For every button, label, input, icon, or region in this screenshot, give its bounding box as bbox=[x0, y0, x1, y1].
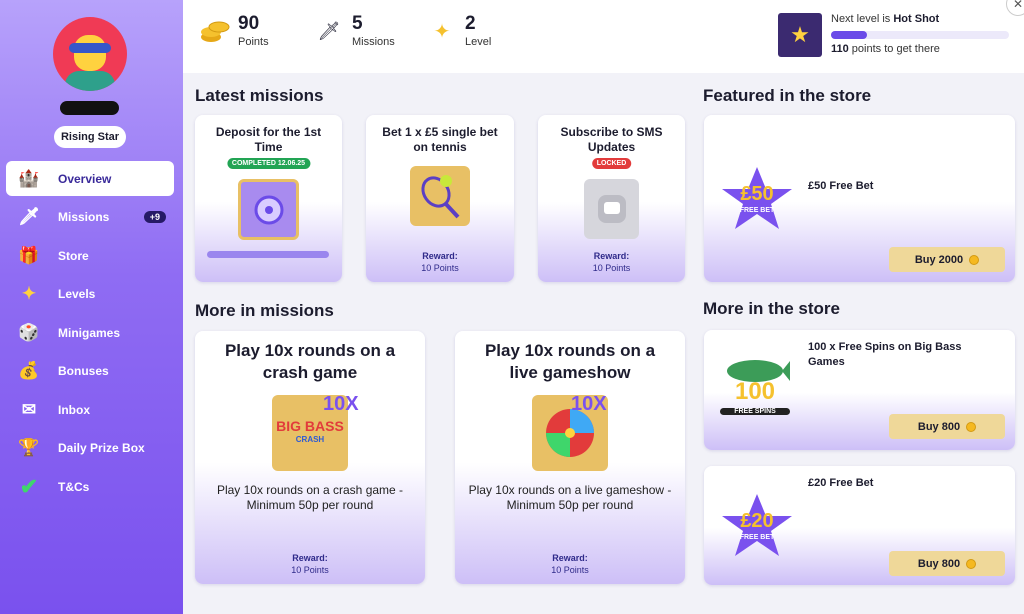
store-item-title: £20 Free Bet bbox=[808, 477, 874, 489]
buy-button[interactable]: Buy 800 bbox=[889, 414, 1005, 439]
level-value: 2 bbox=[465, 13, 476, 34]
safe-icon bbox=[238, 179, 299, 240]
locked-tag: LOCKED bbox=[591, 158, 632, 169]
mission-card[interactable]: Bet 1 x £5 single bet on tennis Reward: … bbox=[366, 115, 514, 282]
sms-phone-icon bbox=[584, 179, 639, 239]
level-label: Level bbox=[465, 36, 492, 48]
points-value: 90 bbox=[238, 13, 260, 34]
free-bet-star-icon: £20 FREE BET bbox=[718, 492, 796, 560]
reward-value: 10 Points bbox=[551, 565, 589, 575]
more-store-title: More in the store bbox=[703, 299, 840, 318]
username-redacted bbox=[60, 101, 119, 115]
missions-value: 5 bbox=[352, 13, 363, 34]
next-level-box: ★ Next level is Hot Shot 110 points to g… bbox=[778, 13, 1013, 59]
next-level-name: Hot Shot bbox=[893, 13, 940, 25]
sidebar-item-label: Daily Prize Box bbox=[58, 440, 145, 455]
ten-x-badge: 10X bbox=[571, 393, 607, 415]
trophy-icon: 🏆 bbox=[18, 437, 40, 457]
more-missions-title: More in missions bbox=[195, 301, 334, 320]
checkmark-icon: ✔ bbox=[19, 473, 39, 499]
sidebar-item-tcs[interactable]: ✔ T&Cs bbox=[6, 469, 174, 504]
envelope-icon: ✉ bbox=[21, 399, 37, 419]
mission-title: Play 10x rounds on a live gameshow bbox=[484, 341, 656, 382]
points-label: Points bbox=[238, 36, 269, 48]
mission-title: Play 10x rounds on a crash game bbox=[224, 341, 396, 382]
free-bet-star-icon: £50 FREE BET bbox=[718, 165, 796, 233]
sword-icon: 🗡 bbox=[317, 20, 341, 41]
reward-label: Reward: bbox=[422, 251, 458, 261]
gift-icon: 🎁 bbox=[18, 245, 40, 265]
buy-button[interactable]: Buy 2000 bbox=[889, 247, 1005, 272]
castle-icon: 🏰 bbox=[18, 168, 40, 188]
sidebar-item-label: Minigames bbox=[58, 325, 121, 340]
reward-label: Reward: bbox=[552, 553, 588, 563]
sidebar-item-label: Overview bbox=[58, 171, 112, 186]
latest-missions-title: Latest missions bbox=[195, 86, 324, 105]
sidebar-item-daily-prize-box[interactable]: 🏆 Daily Prize Box bbox=[6, 430, 174, 465]
money-bag-icon: 💰 bbox=[18, 360, 40, 380]
missions-label: Missions bbox=[352, 36, 395, 48]
header: 90 Points 🗡 5 Missions ✦ 2 Level ★ Next lev… bbox=[183, 0, 1024, 73]
sword-icon: 🗡 bbox=[18, 206, 40, 226]
mission-card[interactable]: Play 10x rounds on a crash game BIG BASS… bbox=[195, 331, 425, 584]
sidebar-item-label: T&Cs bbox=[58, 479, 90, 494]
level-progress-bar bbox=[831, 31, 1009, 39]
featured-store-title: Featured in the store bbox=[703, 86, 872, 105]
sidebar-item-label: Inbox bbox=[58, 402, 90, 417]
sidebar-item-label: Store bbox=[58, 248, 89, 263]
store-item-title: 100 x Free Spins on Big Bass Games bbox=[808, 341, 962, 368]
mission-title: Deposit for the 1st Time bbox=[215, 125, 322, 154]
store-item-card[interactable]: £20 FREE BET £20 Free Bet Buy 800 bbox=[704, 466, 1015, 585]
next-level-text: Next level is Hot Shot bbox=[831, 13, 940, 25]
missions-stat: 🗡 5 Missions bbox=[314, 13, 395, 49]
buy-button[interactable]: Buy 800 bbox=[889, 551, 1005, 576]
mission-card[interactable]: Play 10x rounds on a live gameshow 10X P… bbox=[455, 331, 685, 584]
level-stat: ✦ 2 Level bbox=[427, 13, 492, 49]
sidebar-item-missions[interactable]: 🗡 Missions +9 bbox=[6, 199, 174, 234]
missions-count-badge: +9 bbox=[143, 210, 166, 223]
store-item-card[interactable]: £50 FREE BET £50 Free Bet Buy 2000 bbox=[704, 115, 1015, 282]
sidebar-item-levels[interactable]: ✦ Levels bbox=[6, 276, 174, 311]
mission-card[interactable]: Subscribe to SMS Updates LOCKED Reward: … bbox=[538, 115, 685, 282]
mission-card[interactable]: Deposit for the 1st Time COMPLETED 12.06… bbox=[195, 115, 342, 282]
sidebar-item-label: Missions bbox=[58, 209, 110, 224]
coin-icon bbox=[966, 421, 977, 432]
sparkle-icon: ✦ bbox=[433, 20, 451, 43]
mission-title: Bet 1 x £5 single bet on tennis bbox=[382, 125, 498, 154]
hot-shot-level-icon: ★ bbox=[778, 13, 822, 57]
mission-title: Subscribe to SMS Updates bbox=[560, 125, 663, 154]
mission-progress-bar bbox=[207, 251, 329, 258]
coin-icon bbox=[969, 254, 980, 265]
points-stat: 90 Points bbox=[200, 14, 269, 48]
coin-icon bbox=[966, 558, 977, 569]
coins-icon bbox=[200, 16, 230, 46]
dice-icon: 🎲 bbox=[18, 322, 40, 342]
sparkle-icon: ✦ bbox=[21, 283, 37, 303]
reward-label: Reward: bbox=[292, 553, 328, 563]
tennis-racket-icon bbox=[410, 166, 470, 226]
reward-value: 10 Points bbox=[421, 263, 459, 273]
sidebar-item-label: Levels bbox=[58, 286, 96, 301]
store-item-card[interactable]: 100 FREE SPINS 100 x Free Spins on Big B… bbox=[704, 330, 1015, 450]
reward-value: 10 Points bbox=[592, 263, 631, 273]
reward-value: 10 Points bbox=[291, 565, 329, 575]
mission-description: Play 10x rounds on a crash game - Minimu… bbox=[216, 483, 404, 512]
sidebar-item-minigames[interactable]: 🎲 Minigames bbox=[6, 315, 174, 350]
free-spins-fish-icon: 100 FREE SPINS bbox=[720, 356, 790, 424]
ten-x-badge: 10X bbox=[323, 393, 359, 415]
sidebar-item-store[interactable]: 🎁 Store bbox=[6, 238, 174, 273]
mission-description: Play 10x rounds on a live gameshow - Min… bbox=[468, 483, 672, 512]
rank-badge: Rising Star bbox=[54, 126, 126, 148]
sidebar-item-bonuses[interactable]: 💰 Bonuses bbox=[6, 353, 174, 388]
store-item-title: £50 Free Bet bbox=[808, 180, 874, 192]
completed-tag: COMPLETED 12.06.25 bbox=[226, 158, 311, 169]
avatar[interactable] bbox=[53, 17, 127, 91]
sidebar-item-label: Bonuses bbox=[58, 363, 109, 378]
level-progress-fill bbox=[831, 31, 867, 39]
reward-label: Reward: bbox=[593, 251, 630, 261]
points-to-next-level: 110 points to get there bbox=[831, 43, 940, 55]
sidebar-item-overview[interactable]: 🏰 Overview bbox=[6, 161, 174, 196]
sidebar: Rising Star 🏰 Overview 🗡 Missions +9 🎁 S… bbox=[0, 0, 183, 614]
sidebar-item-inbox[interactable]: ✉ Inbox bbox=[6, 392, 174, 427]
